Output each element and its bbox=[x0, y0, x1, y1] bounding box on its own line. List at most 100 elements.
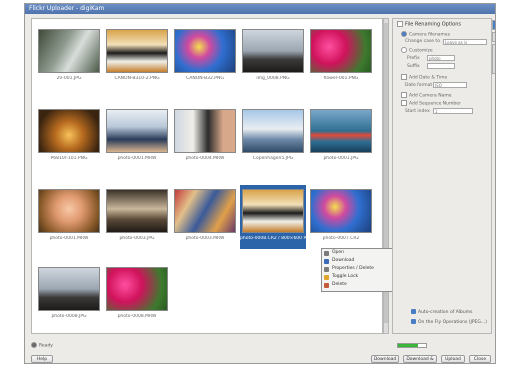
photo-image bbox=[38, 109, 100, 153]
photo-caption: CANON-B32.PNG bbox=[186, 76, 224, 81]
change-case-select[interactable]: Leave as is bbox=[443, 39, 487, 45]
photo-thumbnail[interactable]: photo-0008.CR2 / 800×600 PNG bbox=[240, 185, 306, 249]
album-icon bbox=[411, 309, 416, 314]
photo-thumbnail[interactable]: 20-001.JPG bbox=[36, 25, 102, 89]
context-menu-item[interactable]: Delete bbox=[322, 281, 402, 289]
opt-camera-filenames[interactable]: Camera filenames bbox=[401, 31, 450, 38]
photo-image bbox=[242, 189, 304, 233]
photo-image bbox=[174, 29, 236, 73]
start-index-field[interactable]: 1 bbox=[433, 108, 473, 114]
opt-add-date[interactable]: Add Date & Time bbox=[401, 74, 447, 81]
photo-caption: photo-0008.JPG bbox=[51, 314, 87, 319]
photo-caption: photo-0008.MRW bbox=[117, 314, 157, 319]
photo-thumbnail[interactable]: photo-0001.JPG bbox=[308, 105, 374, 169]
context-menu-item[interactable]: Open bbox=[322, 249, 402, 257]
side-tabs bbox=[492, 18, 495, 334]
photo-image bbox=[310, 29, 372, 73]
photo-thumbnail[interactable]: photo-0004.MRW bbox=[172, 105, 238, 169]
tab-auto-creation[interactable]: Auto-creation of Albums bbox=[411, 309, 473, 315]
context-menu-item[interactable]: Properties / Delete bbox=[322, 265, 402, 273]
menu-item-icon bbox=[324, 251, 329, 256]
menu-item-label: Toggle Lock bbox=[332, 274, 359, 279]
menu-item-icon bbox=[324, 259, 329, 264]
photo-thumbnail[interactable]: photo-0003.MRW bbox=[172, 185, 238, 249]
photo-caption: photo-0001.MRW bbox=[117, 156, 157, 161]
photo-caption: photo-0008.CR2 / 800×600 PNG bbox=[240, 236, 306, 241]
photo-caption: photo-0003.MRW bbox=[185, 236, 225, 241]
download-button[interactable]: Download bbox=[371, 355, 399, 363]
photo-thumbnail[interactable]: P6810r-101.PNG bbox=[36, 105, 102, 169]
context-menu-item[interactable]: Toggle Lock bbox=[322, 273, 402, 281]
photo-thumbnail[interactable]: Copenhagen5.JPG bbox=[240, 105, 306, 169]
status-ready: Ready bbox=[31, 342, 53, 349]
photo-caption: Copenhagen5.JPG bbox=[252, 156, 294, 161]
panel-title: File Renaming Options bbox=[397, 21, 461, 28]
photo-image bbox=[174, 189, 236, 233]
date-format-label: Date format bbox=[405, 83, 433, 88]
photo-thumbnail[interactable]: img_0008.PNG bbox=[240, 25, 306, 89]
photo-thumbnail[interactable]: CANON-B310-2.PNG bbox=[104, 25, 170, 89]
menu-item-label: Delete bbox=[332, 282, 347, 287]
photo-image bbox=[38, 29, 100, 73]
opt-customize[interactable]: Customize bbox=[401, 47, 433, 54]
photo-thumbnail[interactable]: photo-0007.CR2 bbox=[308, 185, 374, 249]
help-button[interactable]: Help bbox=[31, 355, 53, 363]
photo-caption: img_0008.PNG bbox=[256, 76, 290, 81]
suffix-field[interactable] bbox=[427, 63, 455, 69]
prefix-field[interactable]: photo bbox=[427, 55, 455, 61]
upload-button[interactable]: Upload bbox=[441, 355, 465, 363]
tab-on-the-fly[interactable]: On the Fly Operations (JPEG...) bbox=[411, 319, 487, 325]
menu-item-icon bbox=[324, 283, 329, 288]
menu-item-label: Properties / Delete bbox=[332, 266, 374, 271]
side-tab-info[interactable] bbox=[492, 44, 495, 74]
side-tab-camera-icon[interactable] bbox=[492, 20, 495, 30]
photo-image bbox=[38, 189, 100, 233]
photo-thumbnail[interactable]: photo-0008.MRW bbox=[104, 263, 170, 327]
photo-caption: photo-0004.MRW bbox=[185, 156, 225, 161]
opt-add-sequence[interactable]: Add Sequence Number bbox=[401, 100, 461, 107]
photo-image bbox=[310, 109, 372, 153]
prefix-label: Prefix bbox=[407, 56, 420, 61]
photo-thumbnail[interactable]: photo-0001.MRW bbox=[104, 105, 170, 169]
change-case-label: Change case to bbox=[405, 39, 440, 44]
photo-image bbox=[174, 109, 236, 153]
menu-item-icon bbox=[324, 275, 329, 280]
button-bar: Help Download Download & Delete Upload C… bbox=[25, 353, 495, 363]
photo-thumbnail[interactable]: photo-0001.MRW bbox=[36, 185, 102, 249]
menu-item-icon bbox=[324, 267, 329, 272]
suffix-label: Suffix bbox=[407, 64, 420, 69]
photo-thumbnail[interactable]: CANON-B32.PNG bbox=[172, 25, 238, 89]
photo-image bbox=[310, 189, 372, 233]
photo-image bbox=[242, 109, 304, 153]
photo-image bbox=[106, 109, 168, 153]
progress-fill bbox=[398, 344, 418, 347]
photo-caption: photo-0003.JPG bbox=[119, 236, 155, 241]
app-window: Flickr Uploader - digiKam 20-001.JPG CANO… bbox=[24, 3, 496, 364]
panel-collapse-icon[interactable] bbox=[397, 21, 403, 27]
date-format-select[interactable]: ISO bbox=[433, 82, 467, 88]
photo-caption: P6810r-101.PNG bbox=[50, 156, 88, 161]
context-menu-item[interactable]: Download bbox=[322, 257, 402, 265]
photo-thumbnail[interactable]: flower-001.PNG bbox=[308, 25, 374, 89]
opt-add-camera-name[interactable]: Add Camera Name bbox=[401, 92, 452, 99]
window-titlebar: Flickr Uploader - digiKam bbox=[25, 4, 495, 14]
photo-thumbnail[interactable]: photo-0003.JPG bbox=[104, 185, 170, 249]
download-delete-button[interactable]: Download & Delete bbox=[403, 355, 437, 363]
photo-image bbox=[106, 189, 168, 233]
photo-image bbox=[242, 29, 304, 73]
close-button[interactable]: Close bbox=[469, 355, 491, 363]
menu-item-label: Download bbox=[332, 258, 355, 263]
photo-caption: 20-001.JPG bbox=[56, 76, 82, 81]
upload-progress bbox=[397, 343, 427, 348]
file-renaming-panel: File Renaming Options Camera filenames C… bbox=[392, 18, 492, 334]
photo-caption: photo-0007.CR2 bbox=[322, 236, 360, 241]
photo-caption: photo-0001.MRW bbox=[49, 236, 89, 241]
photo-caption: CANON-B310-2.PNG bbox=[114, 76, 160, 81]
start-index-label: Start index bbox=[405, 109, 430, 114]
photo-image bbox=[106, 29, 168, 73]
photo-thumbnail[interactable]: photo-0008.JPG bbox=[36, 263, 102, 327]
menu-item-label: Open bbox=[332, 250, 345, 255]
operations-icon bbox=[411, 319, 416, 324]
side-tab-settings-icon[interactable] bbox=[492, 32, 495, 42]
context-menu: Open Download Properties / Delete Toggle Lo… bbox=[321, 248, 403, 292]
